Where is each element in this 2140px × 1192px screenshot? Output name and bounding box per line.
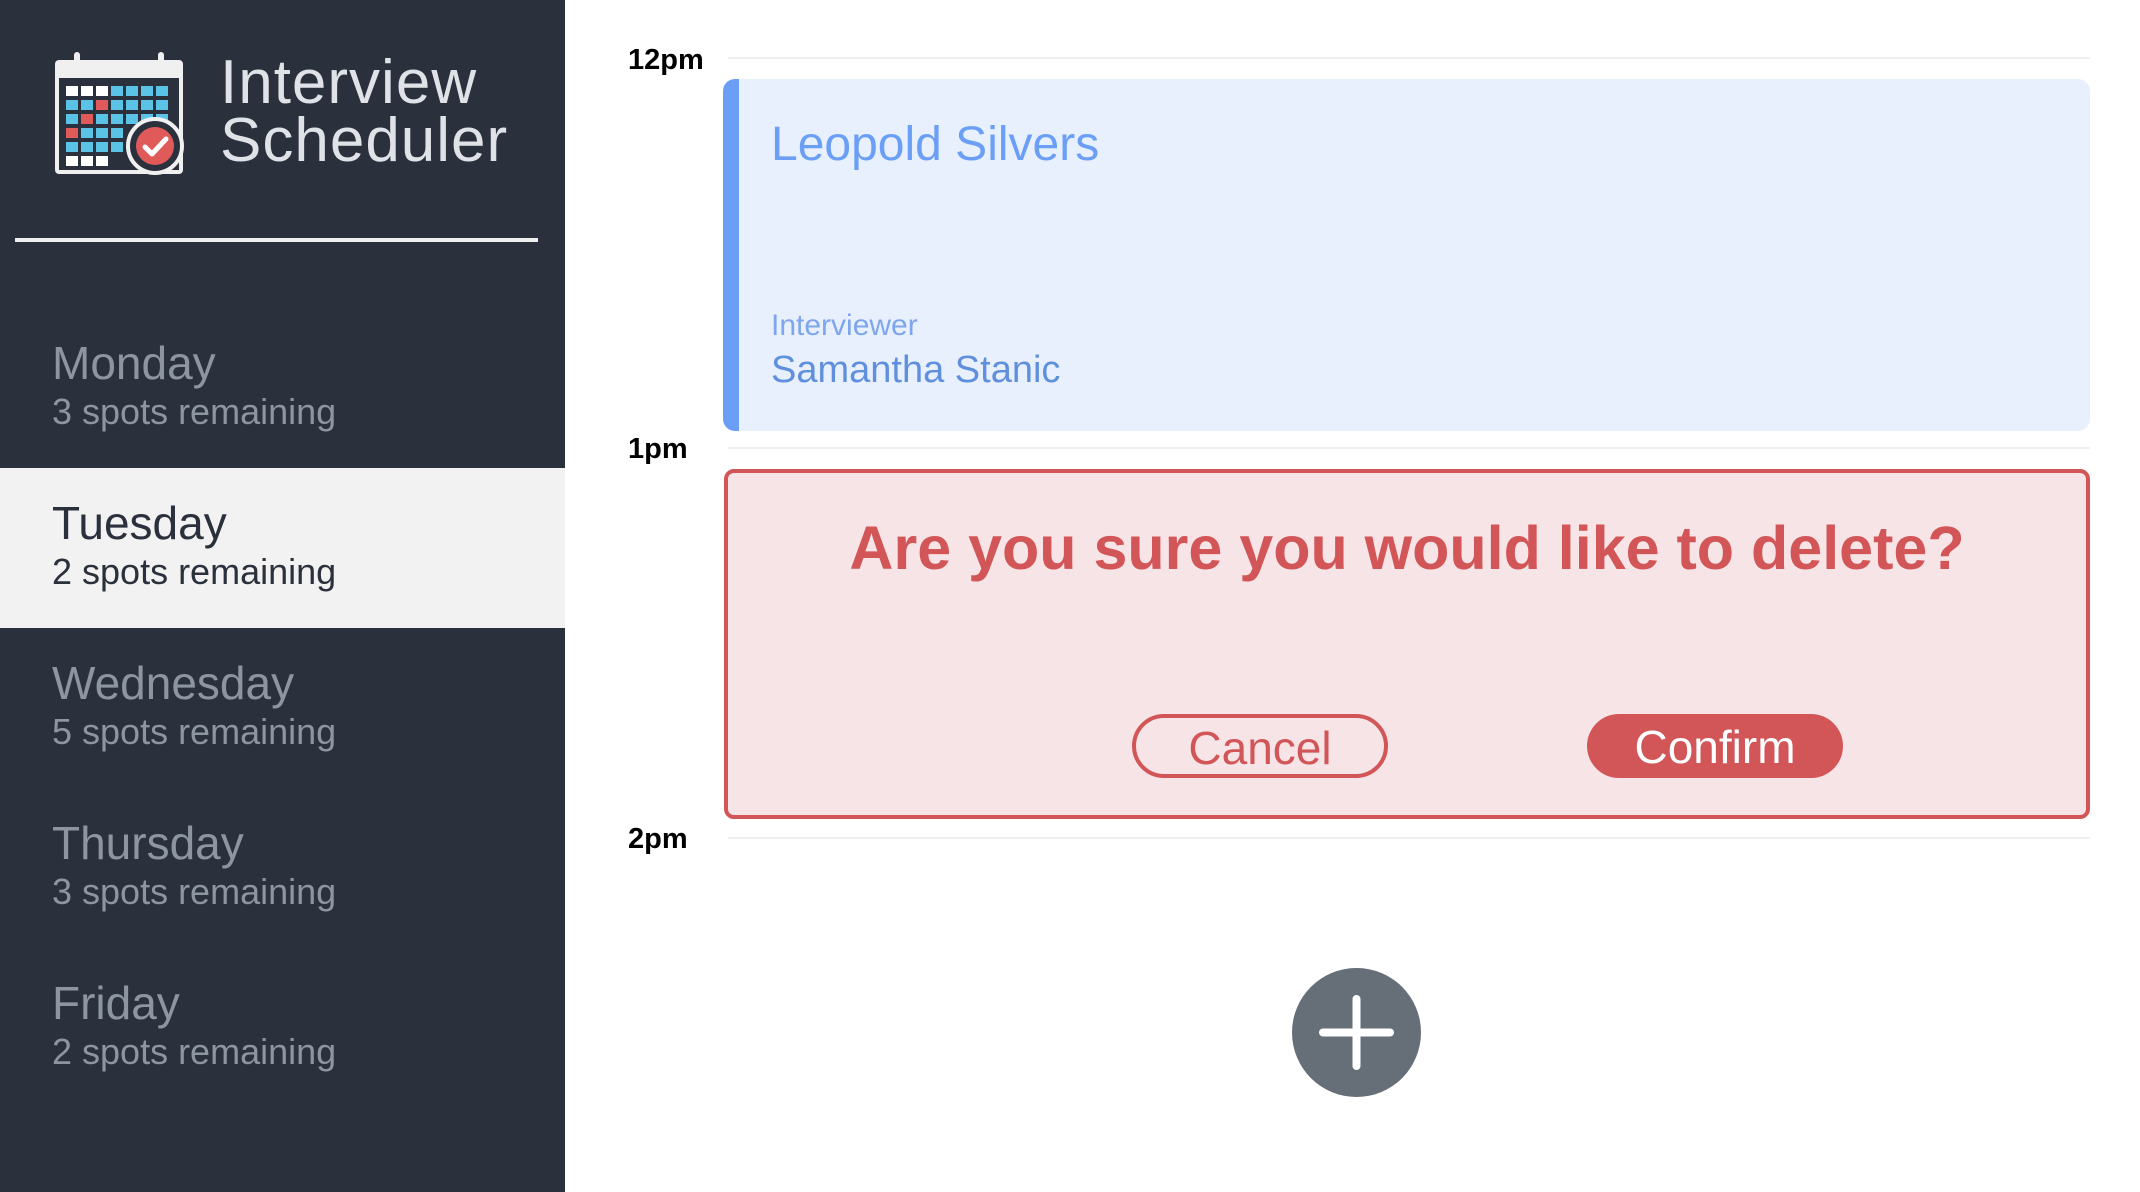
add-appointment-button[interactable] xyxy=(1292,968,1421,1097)
day-spots: 3 spots remaining xyxy=(52,871,337,912)
delete-confirmation: Are you sure you would like to delete? C… xyxy=(724,469,2090,819)
day-spots: 2 spots remaining xyxy=(52,1031,337,1072)
day-item-monday[interactable]: Monday 3 spots remaining xyxy=(0,308,565,468)
appointment-card[interactable]: Leopold Silvers Interviewer Samantha Sta… xyxy=(723,79,2090,431)
interviewer-label: Interviewer xyxy=(771,309,918,342)
day-item-wednesday[interactable]: Wednesday 5 spots remaining xyxy=(0,628,565,788)
app-title-line-1: Interview xyxy=(220,48,478,117)
time-divider xyxy=(728,447,2090,449)
time-label-2pm: 2pm xyxy=(628,823,688,855)
day-list: Monday 3 spots remaining Tuesday 2 spots… xyxy=(0,308,565,1108)
day-item-tuesday[interactable]: Tuesday 2 spots remaining xyxy=(0,468,565,628)
confirm-message: Are you sure you would like to delete? xyxy=(849,514,1965,582)
day-item-thursday[interactable]: Thursday 3 spots remaining xyxy=(0,788,565,948)
plus-icon xyxy=(1319,995,1394,1070)
calendar-check-icon xyxy=(55,52,184,175)
day-spots: 5 spots remaining xyxy=(52,711,337,752)
confirm-button[interactable]: Confirm xyxy=(1587,714,1843,778)
day-name: Tuesday xyxy=(52,497,227,549)
sidebar: Interview Scheduler Monday 3 spots remai… xyxy=(0,0,565,1192)
student-name: Leopold Silvers xyxy=(771,118,1100,171)
app-title: Interview Scheduler xyxy=(220,48,509,175)
day-name: Friday xyxy=(52,977,180,1029)
day-spots: 3 spots remaining xyxy=(52,391,337,432)
schedule: 12pm Leopold Silvers Interviewer Samanth… xyxy=(565,0,2140,1192)
day-item-friday[interactable]: Friday 2 spots remaining xyxy=(0,948,565,1108)
sidebar-divider xyxy=(15,238,538,242)
time-label-12pm: 12pm xyxy=(628,44,704,76)
cancel-button[interactable]: Cancel xyxy=(1132,714,1388,778)
time-label-1pm: 1pm xyxy=(628,433,688,465)
day-name: Wednesday xyxy=(52,657,295,709)
time-divider xyxy=(728,57,2090,59)
day-name: Thursday xyxy=(52,817,244,869)
interviewer-name: Samantha Stanic xyxy=(771,349,1061,391)
day-name: Monday xyxy=(52,337,216,389)
app-title-line-2: Scheduler xyxy=(220,106,509,175)
time-divider xyxy=(728,837,2090,839)
day-spots: 2 spots remaining xyxy=(52,551,337,592)
